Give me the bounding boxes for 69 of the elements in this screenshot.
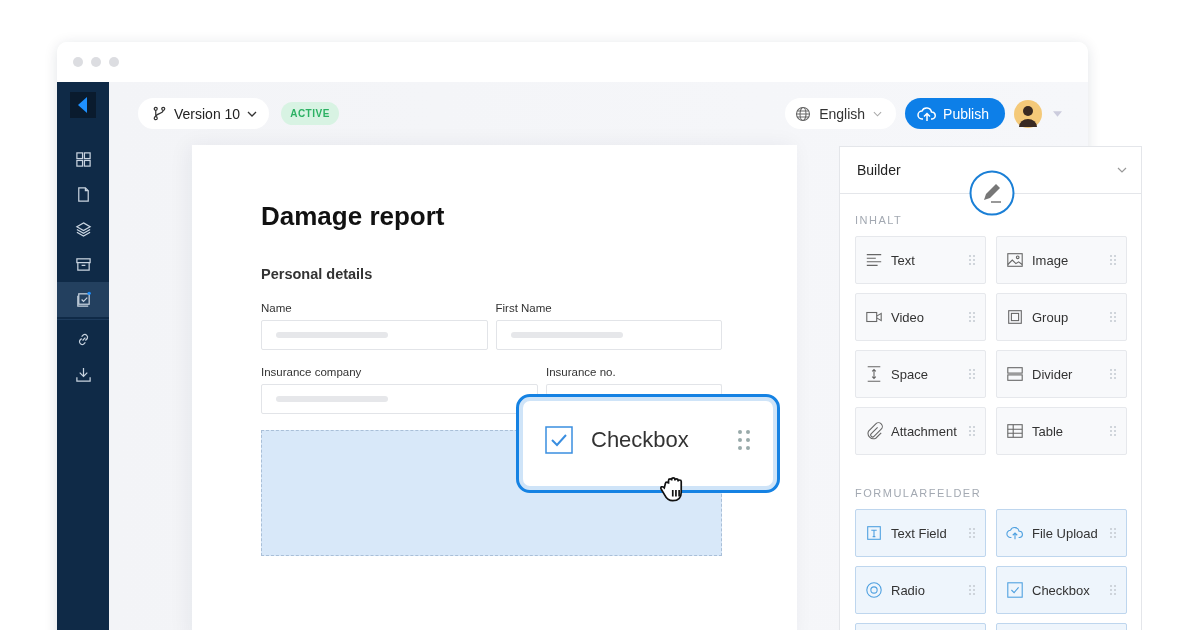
builder-item[interactable]: Group bbox=[996, 293, 1127, 341]
version-dropdown[interactable]: Version 10 bbox=[138, 98, 270, 129]
builder-item[interactable]: Table bbox=[996, 407, 1127, 455]
drag-handle-icon[interactable] bbox=[1110, 369, 1116, 379]
field-label: First Name bbox=[495, 302, 553, 314]
dragged-checkbox-card[interactable]: Checkbox bbox=[516, 394, 780, 493]
radio-icon bbox=[865, 581, 883, 599]
drag-handle-icon[interactable] bbox=[969, 255, 975, 265]
attachment-icon bbox=[865, 422, 883, 440]
input-field[interactable] bbox=[261, 320, 488, 350]
image-icon bbox=[1006, 251, 1024, 269]
group-heading: FORMULARFELDER bbox=[855, 487, 983, 499]
input-field[interactable] bbox=[261, 384, 538, 414]
input-field[interactable] bbox=[495, 320, 722, 350]
avatar[interactable] bbox=[1014, 99, 1042, 128]
card-label: Checkbox bbox=[591, 426, 690, 453]
checkbox-icon bbox=[1006, 581, 1024, 599]
table-icon bbox=[1006, 422, 1024, 440]
checkbox[interactable] bbox=[545, 425, 573, 454]
drag-handle-icon[interactable] bbox=[969, 528, 975, 538]
builder-item[interactable]: Radio bbox=[855, 566, 986, 614]
drag-handle-icon[interactable] bbox=[969, 312, 975, 322]
builder-item[interactable]: Text Field bbox=[855, 509, 986, 557]
drag-handle-icon[interactable] bbox=[1110, 312, 1116, 322]
drag-handle-icon[interactable] bbox=[1110, 585, 1116, 595]
input-field[interactable] bbox=[546, 384, 722, 395]
drag-handle-icon[interactable] bbox=[1110, 426, 1116, 436]
window-dot[interactable] bbox=[73, 57, 83, 67]
section-heading: Personal details bbox=[261, 266, 374, 282]
group-heading: INHALT bbox=[855, 214, 904, 226]
upload-icon bbox=[1006, 524, 1024, 542]
form-title: Damage report bbox=[261, 201, 446, 232]
builder-item[interactable]: Text bbox=[855, 236, 986, 284]
field-label: Name bbox=[261, 302, 293, 314]
builder-item[interactable]: Image bbox=[996, 236, 1127, 284]
builder-item[interactable]: Divider bbox=[996, 350, 1127, 398]
space-icon bbox=[865, 365, 883, 383]
form-nav-icon[interactable] bbox=[57, 282, 109, 317]
window-dot[interactable] bbox=[91, 57, 101, 67]
builder-item[interactable]: Attachment bbox=[855, 407, 986, 455]
caret-icon[interactable] bbox=[1053, 110, 1062, 117]
textfield-icon bbox=[865, 524, 883, 542]
text-icon bbox=[865, 251, 883, 269]
window-dot[interactable] bbox=[109, 57, 119, 67]
language-dropdown[interactable]: English bbox=[785, 98, 897, 129]
drag-handle-icon[interactable] bbox=[969, 369, 975, 379]
drag-handle-icon[interactable] bbox=[737, 428, 751, 451]
chevron-down-icon bbox=[247, 110, 258, 117]
cloud-upload-icon bbox=[917, 105, 938, 122]
builder-item[interactable]: Space bbox=[855, 350, 986, 398]
status-badge: ACTIVE bbox=[281, 102, 339, 125]
field-label: Insurance no. bbox=[546, 366, 617, 378]
drag-handle-icon[interactable] bbox=[1110, 528, 1116, 538]
builder-item[interactable]: Checkbox bbox=[996, 566, 1127, 614]
drag-handle-icon[interactable] bbox=[969, 426, 975, 436]
drag-handle-icon[interactable] bbox=[969, 585, 975, 595]
builder-item[interactable]: File Upload bbox=[996, 509, 1127, 557]
publish-button[interactable]: Publish bbox=[905, 98, 1005, 129]
drag-handle-icon[interactable] bbox=[1110, 255, 1116, 265]
group-icon bbox=[1006, 308, 1024, 326]
logo-icon bbox=[70, 92, 96, 118]
branch-icon bbox=[152, 106, 167, 121]
field-label: Insurance company bbox=[261, 366, 363, 378]
chevron-down-icon bbox=[873, 110, 883, 117]
builder-item[interactable]: Video bbox=[855, 293, 986, 341]
edit-icon[interactable] bbox=[969, 170, 1015, 216]
divider-icon bbox=[1006, 365, 1024, 383]
globe-icon bbox=[795, 105, 812, 122]
chevron-down-icon bbox=[1117, 167, 1127, 173]
